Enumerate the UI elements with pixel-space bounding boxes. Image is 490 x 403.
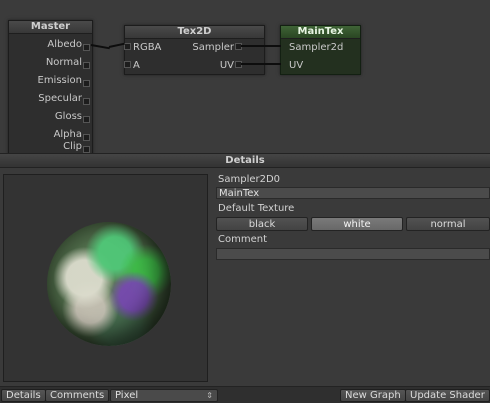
master-port-emission: Emission [37,75,83,86]
preview-sphere [47,222,171,346]
specular-port-socket[interactable] [83,98,90,105]
wire-sampler-sampler2d [241,45,281,47]
albedo-port-socket[interactable] [83,44,90,51]
emission-port-socket[interactable] [83,80,90,87]
dropdown-arrow-icon: ⇕ [206,391,213,400]
new-graph-button[interactable]: New Graph [340,389,406,402]
precision-value: Pixel [115,390,139,401]
tex2d-output-sampler: Sampler [192,42,234,53]
texture-option-normal[interactable]: normal [406,217,490,231]
wire-albedo-rgba-2 [108,42,125,48]
variable-name-label: Sampler2D0 [218,174,281,185]
tex2d-input-a: A [133,60,140,71]
master-port-specular: Specular [38,93,82,104]
maintex-port-sampler2d: Sampler2d [289,42,344,53]
alpha-port-socket[interactable] [83,134,90,141]
node-graph-canvas[interactable]: Master Albedo Normal Emission Specular G… [0,0,490,153]
material-preview[interactable] [3,174,208,382]
update-shader-button[interactable]: Update Shader [405,389,490,402]
a-input-socket[interactable] [124,61,131,68]
texture-option-white[interactable]: white [311,217,403,231]
maintex-port-uv: UV [289,60,304,71]
tex2d-input-rgba: RGBA [133,42,162,53]
gloss-port-socket[interactable] [83,116,90,123]
bottom-toolbar: Details Comments Pixel ⇕ New Graph Updat… [0,386,490,403]
tex2d-node-title: Tex2D [125,26,264,39]
details-tab-button[interactable]: Details [1,389,46,402]
texture-option-black[interactable]: black [216,217,308,231]
comments-tab-button[interactable]: Comments [45,389,110,402]
comment-field[interactable] [216,248,490,260]
tex2d-node[interactable]: Tex2D RGBA A Sampler UV [124,25,265,75]
maintex-node[interactable]: MainTex Sampler2d UV [280,25,361,75]
wire-uv-uv [241,63,281,65]
precision-dropdown[interactable]: Pixel ⇕ [110,389,218,402]
wire-albedo-rgba [90,44,110,50]
master-port-clip: Clip [63,141,82,152]
master-port-gloss: Gloss [54,111,82,122]
master-node-title: Master [9,21,92,34]
normal-port-socket[interactable] [83,62,90,69]
tex2d-output-uv: UV [219,60,234,71]
comment-label: Comment [218,234,267,245]
rgba-input-socket[interactable] [124,43,131,50]
master-port-albedo: Albedo [47,39,82,50]
master-node[interactable]: Master Albedo Normal Emission Specular G… [8,20,93,153]
details-panel-header: Details [0,153,490,168]
variable-name-field[interactable]: MainTex [216,187,490,199]
master-port-normal: Normal [45,57,82,68]
default-texture-label: Default Texture [218,203,295,214]
maintex-node-title: MainTex [281,26,360,39]
clip-port-socket[interactable] [83,146,90,153]
